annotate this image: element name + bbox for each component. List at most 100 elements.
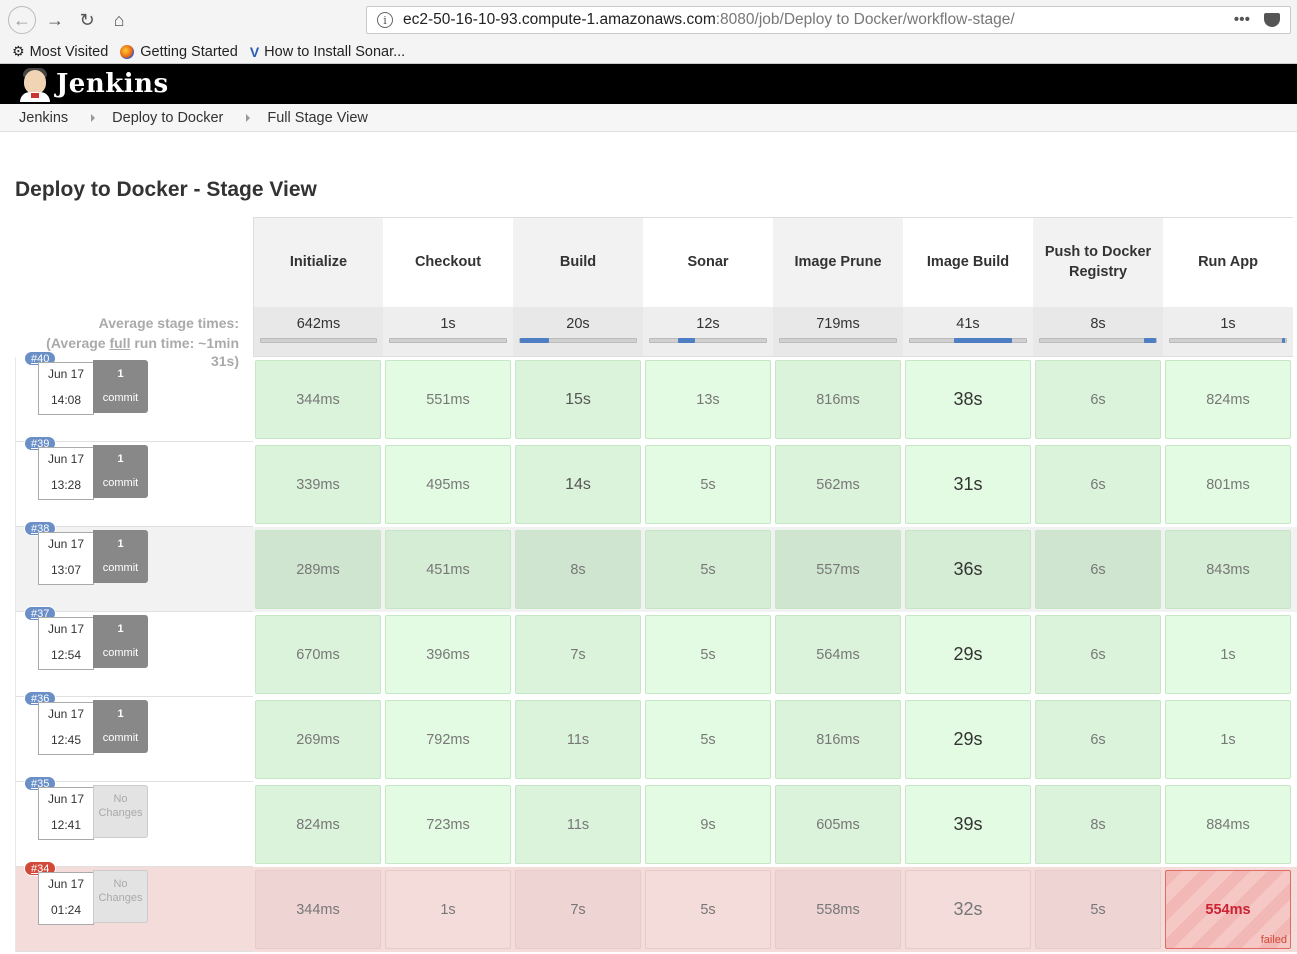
stage-cell[interactable]: 344ms bbox=[255, 360, 381, 439]
stage-cell[interactable]: 792ms bbox=[385, 700, 511, 779]
stage-cell[interactable]: 7s bbox=[515, 870, 641, 949]
info-icon[interactable]: i bbox=[377, 12, 393, 28]
build-row[interactable]: #38 Jun 17 13:07 1 commit 289ms 451ms 8s 5s 557ms… bbox=[15, 521, 1297, 612]
stage-cell[interactable]: 5s bbox=[645, 530, 771, 609]
stage-cell[interactable]: 723ms bbox=[385, 785, 511, 864]
stage-cell[interactable]: 5s bbox=[645, 445, 771, 524]
stage-cell[interactable]: 396ms bbox=[385, 615, 511, 694]
average-time-bar bbox=[649, 338, 767, 343]
stage-cell[interactable]: 557ms bbox=[775, 530, 901, 609]
stage-cell[interactable]: 6s bbox=[1035, 530, 1161, 609]
stage-cell[interactable]: 1s bbox=[1165, 700, 1291, 779]
jenkins-logo-icon[interactable] bbox=[18, 66, 52, 102]
stage-cell[interactable]: 843ms bbox=[1165, 530, 1291, 609]
build-row[interactable]: #35 Jun 17 12:41 No Changes 824ms 723ms 11s 9s 60… bbox=[15, 776, 1297, 867]
build-row[interactable]: #40 Jun 17 14:08 1 commit 344ms 551ms 15s 13s 816… bbox=[15, 351, 1297, 442]
address-bar[interactable]: i ec2-50-16-10-93.compute-1.amazonaws.co… bbox=[366, 6, 1291, 34]
app-title[interactable]: Jenkins bbox=[56, 69, 169, 99]
stage-cell[interactable]: 558ms bbox=[775, 870, 901, 949]
stage-cell[interactable]: 15s bbox=[515, 360, 641, 439]
stage-duration: 723ms bbox=[426, 816, 470, 833]
bookmark-getting-started[interactable]: Getting Started bbox=[120, 44, 238, 60]
stage-cell[interactable]: 562ms bbox=[775, 445, 901, 524]
stage-cell[interactable]: 551ms bbox=[385, 360, 511, 439]
breadcrumb-jenkins[interactable]: Jenkins bbox=[19, 110, 68, 126]
stage-cell[interactable]: 38s bbox=[905, 360, 1031, 439]
commit-count: 1 bbox=[117, 623, 124, 635]
bookmark-sonar[interactable]: V How to Install Sonar... bbox=[250, 44, 405, 60]
stage-cell[interactable]: 451ms bbox=[385, 530, 511, 609]
stage-cell[interactable]: 7s bbox=[515, 615, 641, 694]
stage-header: Run App bbox=[1163, 217, 1293, 307]
stage-cell[interactable]: 495ms bbox=[385, 445, 511, 524]
home-icon[interactable]: ⌂ bbox=[106, 7, 132, 33]
stage-cell[interactable]: 8s bbox=[515, 530, 641, 609]
stage-cell[interactable]: 289ms bbox=[255, 530, 381, 609]
stage-cell[interactable]: 8s bbox=[1035, 785, 1161, 864]
stage-cell[interactable]: 1s bbox=[385, 870, 511, 949]
stage-cell[interactable]: 344ms bbox=[255, 870, 381, 949]
stage-cell[interactable]: 13s bbox=[645, 360, 771, 439]
build-row[interactable]: #34 Jun 17 01:24 No Changes 344ms 1s 7s 5s 558ms 3… bbox=[15, 861, 1297, 952]
bookmark-most-visited[interactable]: ⚙ Most Visited bbox=[12, 43, 108, 60]
stage-cell[interactable]: 1s bbox=[1165, 615, 1291, 694]
average-time-bar bbox=[519, 338, 637, 343]
stage-cell[interactable]: 801ms bbox=[1165, 445, 1291, 524]
stage-cell[interactable]: 824ms bbox=[1165, 360, 1291, 439]
pocket-icon[interactable] bbox=[1264, 13, 1280, 27]
stage-cell[interactable]: 5s bbox=[645, 615, 771, 694]
stage-cell-wrapper: 8s bbox=[513, 527, 643, 612]
reload-icon[interactable]: ↻ bbox=[74, 7, 100, 33]
average-time-value: 1s bbox=[440, 316, 456, 332]
stage-cell[interactable]: 554ms failed bbox=[1165, 870, 1291, 949]
stage-cell[interactable]: 6s bbox=[1035, 360, 1161, 439]
stage-cell[interactable]: 39s bbox=[905, 785, 1031, 864]
stage-duration: 451ms bbox=[426, 561, 470, 578]
stage-duration: 495ms bbox=[426, 476, 470, 493]
stage-cell[interactable]: 816ms bbox=[775, 700, 901, 779]
stage-cell[interactable]: 5s bbox=[645, 870, 771, 949]
stage-cell[interactable]: 564ms bbox=[775, 615, 901, 694]
stage-duration: 1s bbox=[1220, 646, 1236, 663]
stage-cell[interactable]: 32s bbox=[905, 870, 1031, 949]
stage-cell[interactable]: 29s bbox=[905, 615, 1031, 694]
stage-cell[interactable]: 884ms bbox=[1165, 785, 1291, 864]
breadcrumb-job[interactable]: Deploy to Docker bbox=[112, 110, 223, 126]
stage-cell[interactable]: 29s bbox=[905, 700, 1031, 779]
stage-cell[interactable]: 36s bbox=[905, 530, 1031, 609]
commit-count-box[interactable]: 1 commit bbox=[93, 700, 148, 753]
stage-cell[interactable]: 6s bbox=[1035, 445, 1161, 524]
stage-cell[interactable]: 605ms bbox=[775, 785, 901, 864]
commit-count-box[interactable]: 1 commit bbox=[93, 360, 148, 413]
stage-cell[interactable]: 14s bbox=[515, 445, 641, 524]
stage-cell[interactable]: 9s bbox=[645, 785, 771, 864]
build-row[interactable]: #39 Jun 17 13:28 1 commit 339ms 495ms 14s 5s 562m… bbox=[15, 436, 1297, 527]
stage-cell[interactable]: 339ms bbox=[255, 445, 381, 524]
stage-cell[interactable]: 11s bbox=[515, 785, 641, 864]
stage-cell[interactable]: 670ms bbox=[255, 615, 381, 694]
stage-cell-wrapper: 6s bbox=[1033, 527, 1163, 612]
stage-cell[interactable]: 6s bbox=[1035, 700, 1161, 779]
build-row[interactable]: #37 Jun 17 12:54 1 commit 670ms 396ms 7s 5s 564ms… bbox=[15, 606, 1297, 697]
back-icon[interactable]: ← bbox=[8, 6, 36, 34]
commit-count-box[interactable]: 1 commit bbox=[93, 530, 148, 583]
forward-icon[interactable]: → bbox=[42, 7, 68, 33]
commit-count-box[interactable]: 1 commit bbox=[93, 445, 148, 498]
build-row[interactable]: #36 Jun 17 12:45 1 commit 269ms 792ms 11s 5s 816m… bbox=[15, 691, 1297, 782]
more-icon[interactable]: ••• bbox=[1234, 11, 1250, 29]
stage-cell-wrapper: 269ms bbox=[253, 697, 383, 782]
stage-cell[interactable]: 6s bbox=[1035, 615, 1161, 694]
average-time-bar-fill bbox=[1282, 338, 1285, 343]
commit-count-box[interactable]: 1 commit bbox=[93, 615, 148, 668]
stage-cell[interactable]: 269ms bbox=[255, 700, 381, 779]
stage-cell[interactable]: 5s bbox=[1035, 870, 1161, 949]
stage-cell[interactable]: 824ms bbox=[255, 785, 381, 864]
stage-header: Build bbox=[513, 217, 643, 307]
stage-cell[interactable]: 816ms bbox=[775, 360, 901, 439]
breadcrumb-stage-view[interactable]: Full Stage View bbox=[267, 110, 367, 126]
build-date: Jun 17 12:45 bbox=[38, 702, 94, 755]
stage-duration: 824ms bbox=[1206, 391, 1250, 408]
stage-cell[interactable]: 5s bbox=[645, 700, 771, 779]
stage-cell[interactable]: 11s bbox=[515, 700, 641, 779]
stage-cell[interactable]: 31s bbox=[905, 445, 1031, 524]
